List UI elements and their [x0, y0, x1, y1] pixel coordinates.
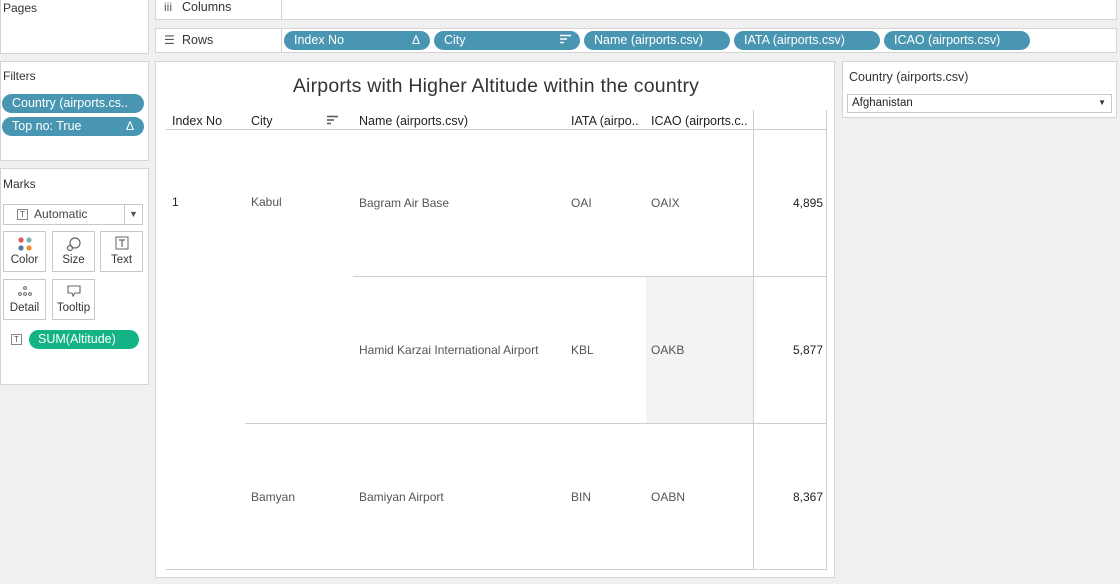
chevron-down-icon[interactable]: ▼	[124, 205, 142, 224]
cell-altitude[interactable]: 8,367	[763, 490, 823, 504]
cell-iata[interactable]: BIN	[571, 490, 591, 504]
cell-icao[interactable]: OAIX	[651, 196, 680, 210]
rows-pill-name[interactable]: Name (airports.csv)	[584, 31, 730, 50]
row-divider	[353, 276, 827, 277]
country-dropdown[interactable]: Afghanistan ▼	[847, 94, 1112, 113]
row-divider	[245, 423, 827, 424]
cell-name[interactable]: Bamiyan Airport	[359, 490, 444, 504]
rows-pill-city[interactable]: City	[434, 31, 580, 50]
size-button[interactable]: Size	[52, 231, 95, 272]
text-label: Text	[110, 254, 133, 266]
detail-dots-icon	[4, 280, 45, 302]
text-button[interactable]: Text	[100, 231, 143, 272]
country-dropdown-value: Afghanistan	[852, 97, 913, 109]
header-iata[interactable]: IATA (airpo..	[571, 114, 639, 128]
size-label: Size	[62, 254, 85, 266]
cell-altitude[interactable]: 4,895	[763, 196, 823, 210]
pages-title: Pages	[3, 1, 38, 15]
table-bottom-border	[166, 569, 827, 570]
columns-label: Columns	[182, 0, 232, 14]
header-city[interactable]: City	[251, 114, 273, 128]
columns-shelf[interactable]: iii Columns	[155, 0, 1117, 20]
filter-pill-label: Top no: True	[12, 119, 82, 133]
sum-altitude-pill[interactable]: SUM(Altitude)	[29, 330, 139, 349]
columns-icon: iii	[164, 0, 172, 14]
cell-iata[interactable]: KBL	[571, 343, 594, 357]
worksheet-view: Airports with Higher Altitude within the…	[155, 61, 835, 578]
header-index-no[interactable]: Index No	[172, 114, 222, 128]
size-bubbles-icon	[53, 232, 94, 254]
cell-city[interactable]: Bamyan	[251, 490, 295, 504]
mark-type-label: Automatic	[34, 207, 88, 221]
cell-altitude[interactable]: 5,877	[763, 343, 823, 357]
view-title: Airports with Higher Altitude within the…	[292, 75, 700, 97]
color-dots-icon	[4, 232, 45, 254]
filter-pill-label: Country (airports.cs..	[12, 96, 129, 110]
tooltip-icon	[53, 280, 94, 302]
pages-card: Pages	[0, 0, 149, 54]
filter-pill-top-no[interactable]: Top no: True Δ	[2, 117, 144, 136]
tooltip-label: Tooltip	[56, 302, 91, 314]
cell-index[interactable]: 1	[172, 195, 179, 209]
table-right-border	[826, 110, 827, 570]
rows-pill-label: ICAO (airports.csv)	[894, 33, 1001, 47]
text-field-icon: T	[11, 334, 22, 345]
rows-pill-index-no[interactable]: Index No Δ	[284, 31, 430, 50]
measure-divider	[753, 110, 754, 570]
columns-shelf-label: iii Columns	[156, 0, 282, 19]
delta-icon: Δ	[411, 33, 420, 47]
mark-type-dropdown[interactable]: T Automatic ▼	[3, 204, 143, 225]
rows-shelf-label: ☰ Rows	[156, 29, 282, 52]
rows-pill-icao[interactable]: ICAO (airports.csv)	[884, 31, 1030, 50]
marks-title: Marks	[3, 177, 36, 191]
cell-name[interactable]: Hamid Karzai International Airport	[359, 343, 538, 357]
cell-name[interactable]: Bagram Air Base	[359, 196, 449, 210]
cell-icao[interactable]: OABN	[651, 490, 685, 504]
detail-label: Detail	[9, 302, 40, 314]
text-mark-icon: T	[17, 209, 28, 220]
country-filter-title: Country (airports.csv)	[849, 70, 969, 84]
header-divider	[166, 129, 827, 130]
sum-altitude-label: SUM(Altitude)	[38, 332, 116, 346]
rows-pill-label: City	[444, 33, 466, 47]
rows-label: Rows	[182, 33, 214, 47]
rows-pill-label: Index No	[294, 33, 345, 47]
sort-icon[interactable]	[327, 114, 338, 128]
rows-pill-label: IATA (airports.csv)	[744, 33, 845, 47]
color-button[interactable]: Color	[3, 231, 46, 272]
country-filter-card: Country (airports.csv) Afghanistan ▼	[842, 61, 1117, 118]
filter-pill-country[interactable]: Country (airports.cs..	[2, 94, 144, 113]
cell-iata[interactable]: OAI	[571, 196, 592, 210]
cell-city[interactable]: Kabul	[251, 195, 282, 209]
detail-button[interactable]: Detail	[3, 279, 46, 320]
rows-icon: ☰	[164, 33, 175, 47]
filters-card: Filters Country (airports.cs.. Top no: T…	[0, 61, 149, 161]
marks-card: Marks T Automatic ▼ Color Size Text Deta…	[0, 168, 149, 385]
color-label: Color	[10, 254, 39, 266]
rows-shelf[interactable]: ☰ Rows Index No Δ City Name (airports.cs…	[155, 28, 1117, 53]
header-name[interactable]: Name (airports.csv)	[359, 114, 468, 128]
rows-pill-iata[interactable]: IATA (airports.csv)	[734, 31, 880, 50]
rows-pill-label: Name (airports.csv)	[594, 33, 704, 47]
text-icon	[101, 232, 142, 254]
tooltip-button[interactable]: Tooltip	[52, 279, 95, 320]
header-icao[interactable]: ICAO (airports.c..	[651, 114, 748, 128]
cell-icao[interactable]: OAKB	[651, 343, 684, 357]
sort-icon	[560, 31, 571, 50]
filters-title: Filters	[3, 69, 36, 83]
chevron-down-icon[interactable]: ▼	[1098, 98, 1106, 107]
delta-icon: Δ	[125, 119, 134, 133]
